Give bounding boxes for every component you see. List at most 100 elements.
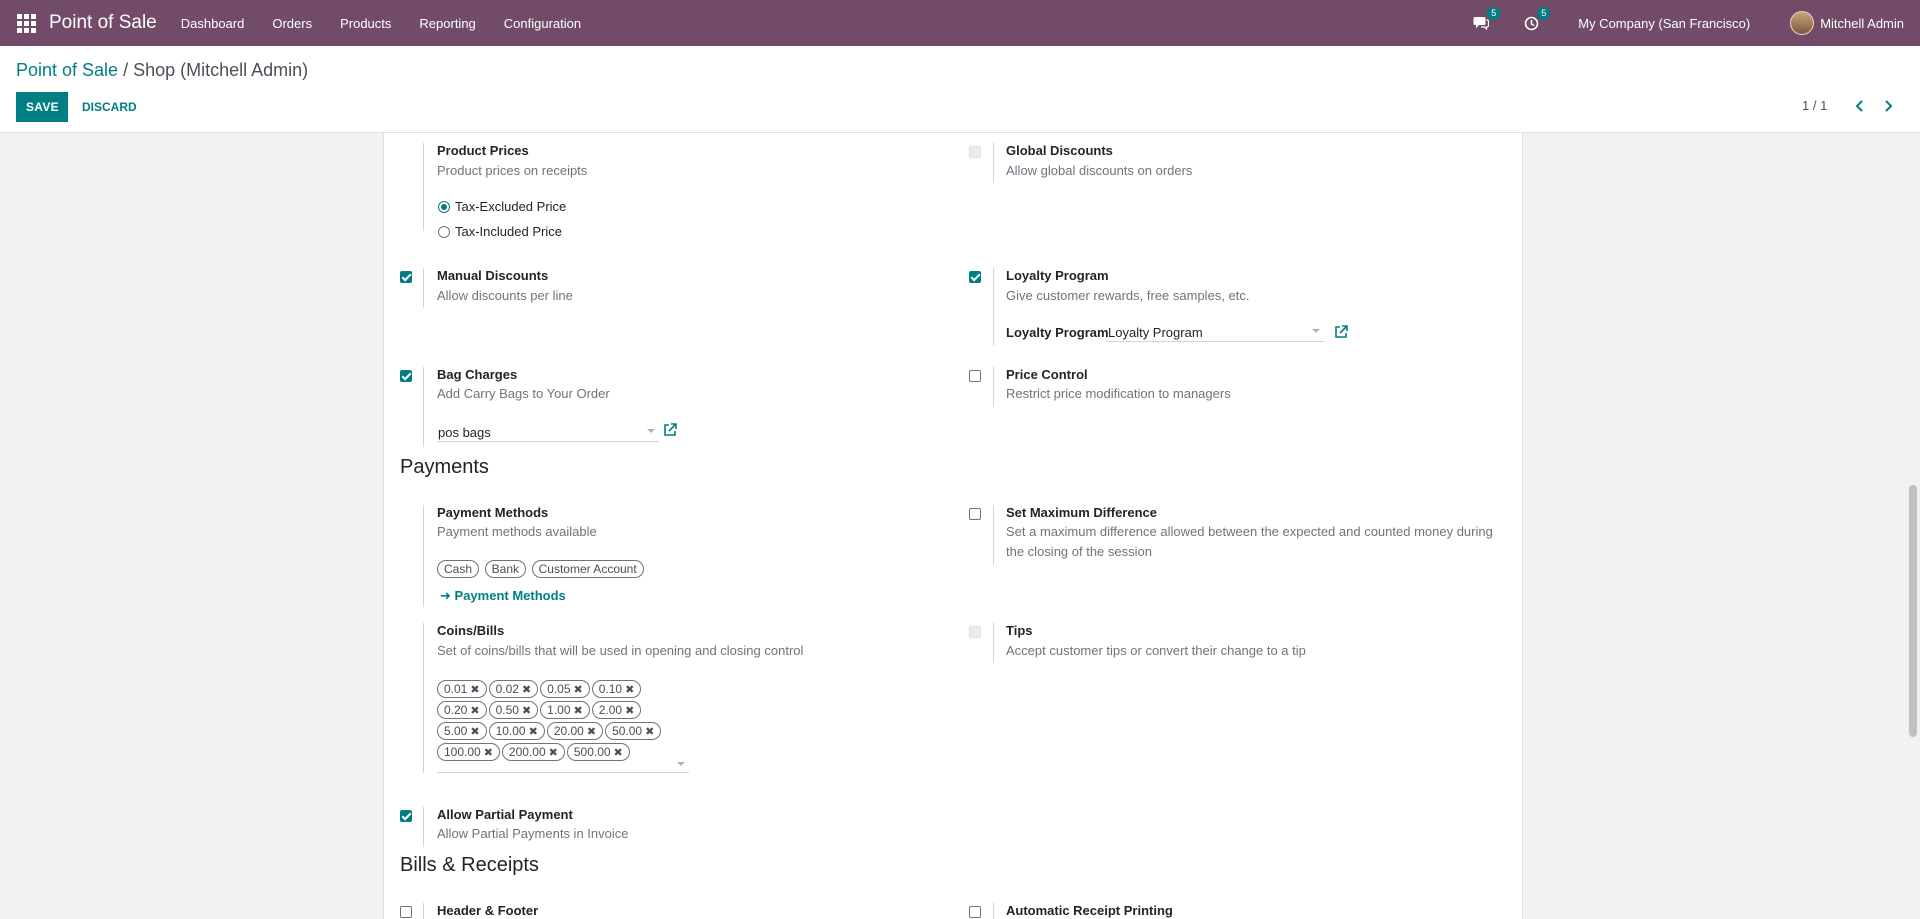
- bag-charges-desc: Add Carry Bags to Your Order: [437, 386, 610, 401]
- remove-tag-icon[interactable]: ✖: [645, 726, 654, 738]
- loyalty-program-select-value: Loyalty Program: [1108, 325, 1203, 340]
- coin-tag[interactable]: 0.01 ✖: [437, 680, 487, 698]
- loyalty-program-title: Loyalty Program: [1006, 268, 1109, 283]
- loyalty-program-checkbox[interactable]: [969, 271, 981, 283]
- remove-tag-icon[interactable]: ✖: [614, 747, 623, 759]
- menu-reporting[interactable]: Reporting: [419, 16, 475, 31]
- messages-badge: 5: [1487, 7, 1501, 20]
- breadcrumb-current: Shop (Mitchell Admin): [133, 60, 309, 80]
- global-discounts-checkbox[interactable]: [969, 146, 981, 158]
- bag-charges-select[interactable]: pos bags: [437, 422, 659, 442]
- user-menu[interactable]: Mitchell Admin: [1820, 16, 1904, 31]
- scrollbar-thumb[interactable]: [1909, 485, 1917, 737]
- bag-charges-select-value: pos bags: [438, 425, 491, 440]
- apps-menu-icon[interactable]: [16, 13, 36, 33]
- coin-tag[interactable]: 1.00 ✖: [540, 701, 590, 719]
- remove-tag-icon[interactable]: ✖: [574, 684, 583, 696]
- app-brand[interactable]: Point of Sale: [49, 12, 157, 34]
- discard-button[interactable]: DISCARD: [72, 92, 147, 122]
- radio-label-tax-excluded[interactable]: Tax-Excluded Price: [455, 199, 566, 214]
- coin-tag[interactable]: 2.00 ✖: [591, 701, 642, 719]
- price-control-checkbox[interactable]: [969, 370, 981, 382]
- radio-tax-included[interactable]: [438, 226, 450, 238]
- breadcrumb-parent[interactable]: Point of Sale: [16, 60, 118, 80]
- remove-tag-icon[interactable]: ✖: [470, 684, 479, 696]
- loyalty-program-select[interactable]: Loyalty Program: [1106, 322, 1324, 342]
- payment-method-tag[interactable]: Bank: [484, 560, 526, 578]
- coin-tag[interactable]: 0.02 ✖: [488, 680, 539, 698]
- setting-divider: [423, 903, 424, 919]
- remove-tag-icon[interactable]: ✖: [484, 747, 493, 759]
- remove-tag-icon[interactable]: ✖: [625, 684, 634, 696]
- setting-divider: [993, 143, 994, 183]
- activities-badge: 5: [1537, 7, 1551, 20]
- remove-tag-icon[interactable]: ✖: [470, 726, 479, 738]
- payment-method-tag[interactable]: Customer Account: [531, 560, 644, 578]
- bills-receipts-heading: Bills & Receipts: [400, 854, 539, 876]
- coin-tag[interactable]: 0.05 ✖: [540, 680, 590, 698]
- auto-receipt-print-checkbox[interactable]: [969, 906, 981, 918]
- coins-bills-title: Coins/Bills: [437, 623, 505, 638]
- coins-bills-tags[interactable]: 0.01 ✖ 0.02 ✖ 0.05 ✖ 0.10 ✖ 0.20 ✖ 0.50 ✖ 1.00 ✖ 2.00…: [437, 678, 697, 762]
- menu-configuration[interactable]: Configuration: [504, 16, 581, 31]
- remove-tag-icon[interactable]: ✖: [529, 726, 538, 738]
- payments-heading: Payments: [400, 456, 489, 478]
- pager-next-icon[interactable]: [1878, 96, 1898, 116]
- coins-bills-desc: Set of coins/bills that will be used in …: [437, 643, 804, 658]
- user-avatar[interactable]: [1790, 11, 1815, 35]
- coins-bills-input[interactable]: [437, 759, 689, 773]
- price-control-title: Price Control: [1006, 367, 1088, 382]
- remove-tag-icon[interactable]: ✖: [470, 705, 479, 717]
- remove-tag-icon[interactable]: ✖: [522, 684, 531, 696]
- partial-payment-desc: Allow Partial Payments in Invoice: [437, 826, 629, 841]
- manual-discounts-checkbox[interactable]: [400, 271, 412, 283]
- pager-previous-icon[interactable]: [1850, 96, 1870, 116]
- loyalty-program-desc: Give customer rewards, free samples, etc…: [1006, 288, 1250, 303]
- partial-payment-checkbox[interactable]: [400, 810, 412, 822]
- radio-label-tax-included[interactable]: Tax-Included Price: [455, 224, 562, 239]
- setting-divider: [993, 903, 994, 919]
- coin-tag[interactable]: 5.00 ✖: [437, 722, 487, 740]
- breadcrumb-separator: /: [118, 60, 134, 80]
- external-link-icon[interactable]: [663, 423, 677, 437]
- company-switcher[interactable]: My Company (San Francisco): [1578, 16, 1750, 31]
- menu-products[interactable]: Products: [340, 16, 391, 31]
- messages-icon[interactable]: 5: [1472, 7, 1501, 32]
- menu-dashboard[interactable]: Dashboard: [181, 16, 245, 31]
- global-discounts-desc: Allow global discounts on orders: [1006, 163, 1193, 178]
- coin-tag[interactable]: 10.00 ✖: [488, 722, 545, 740]
- chevron-down-icon: [647, 429, 655, 433]
- form-sheet: Product Prices Product prices on receipt…: [383, 133, 1523, 919]
- menu-orders[interactable]: Orders: [272, 16, 312, 31]
- max-difference-title: Set Maximum Difference: [1006, 505, 1157, 520]
- header-footer-checkbox[interactable]: [400, 906, 412, 918]
- remove-tag-icon[interactable]: ✖: [574, 705, 583, 717]
- setting-divider: [423, 807, 424, 847]
- remove-tag-icon[interactable]: ✖: [522, 705, 531, 717]
- remove-tag-icon[interactable]: ✖: [587, 726, 596, 738]
- setting-divider: [993, 623, 994, 663]
- coin-tag[interactable]: 0.10 ✖: [591, 680, 642, 698]
- tips-checkbox[interactable]: [969, 626, 981, 638]
- radio-tax-excluded[interactable]: [438, 201, 450, 213]
- max-difference-desc-line2: the closing of the session: [1006, 544, 1152, 559]
- remove-tag-icon[interactable]: ✖: [549, 747, 558, 759]
- payment-methods-tags[interactable]: Cash Bank Customer Account: [437, 560, 646, 578]
- pager-value[interactable]: 1 / 1: [1802, 98, 1827, 113]
- payment-method-tag[interactable]: Cash: [437, 560, 480, 578]
- vertical-scrollbar[interactable]: [1906, 133, 1920, 919]
- max-difference-checkbox[interactable]: [969, 508, 981, 520]
- activities-clock-icon[interactable]: 5: [1522, 7, 1551, 32]
- bag-charges-checkbox[interactable]: [400, 370, 412, 382]
- coin-tag[interactable]: 0.20 ✖: [437, 701, 487, 719]
- loyalty-program-field-label: Loyalty Program: [1006, 325, 1109, 340]
- coins-row: 5.00 ✖ 10.00 ✖ 20.00 ✖ 50.00 ✖: [437, 720, 697, 741]
- payment-methods-link[interactable]: ➜ Payment Methods: [440, 588, 566, 604]
- coin-tag[interactable]: 0.50 ✖: [488, 701, 539, 719]
- save-button[interactable]: SAVE: [16, 92, 68, 122]
- navbar-systray: 5 5 My Company (San Francisco) Mitchell …: [1472, 0, 1920, 46]
- external-link-icon[interactable]: [1334, 325, 1348, 339]
- remove-tag-icon[interactable]: ✖: [625, 705, 634, 717]
- coin-tag[interactable]: 20.00 ✖: [546, 722, 604, 740]
- coin-tag[interactable]: 50.00 ✖: [605, 722, 662, 740]
